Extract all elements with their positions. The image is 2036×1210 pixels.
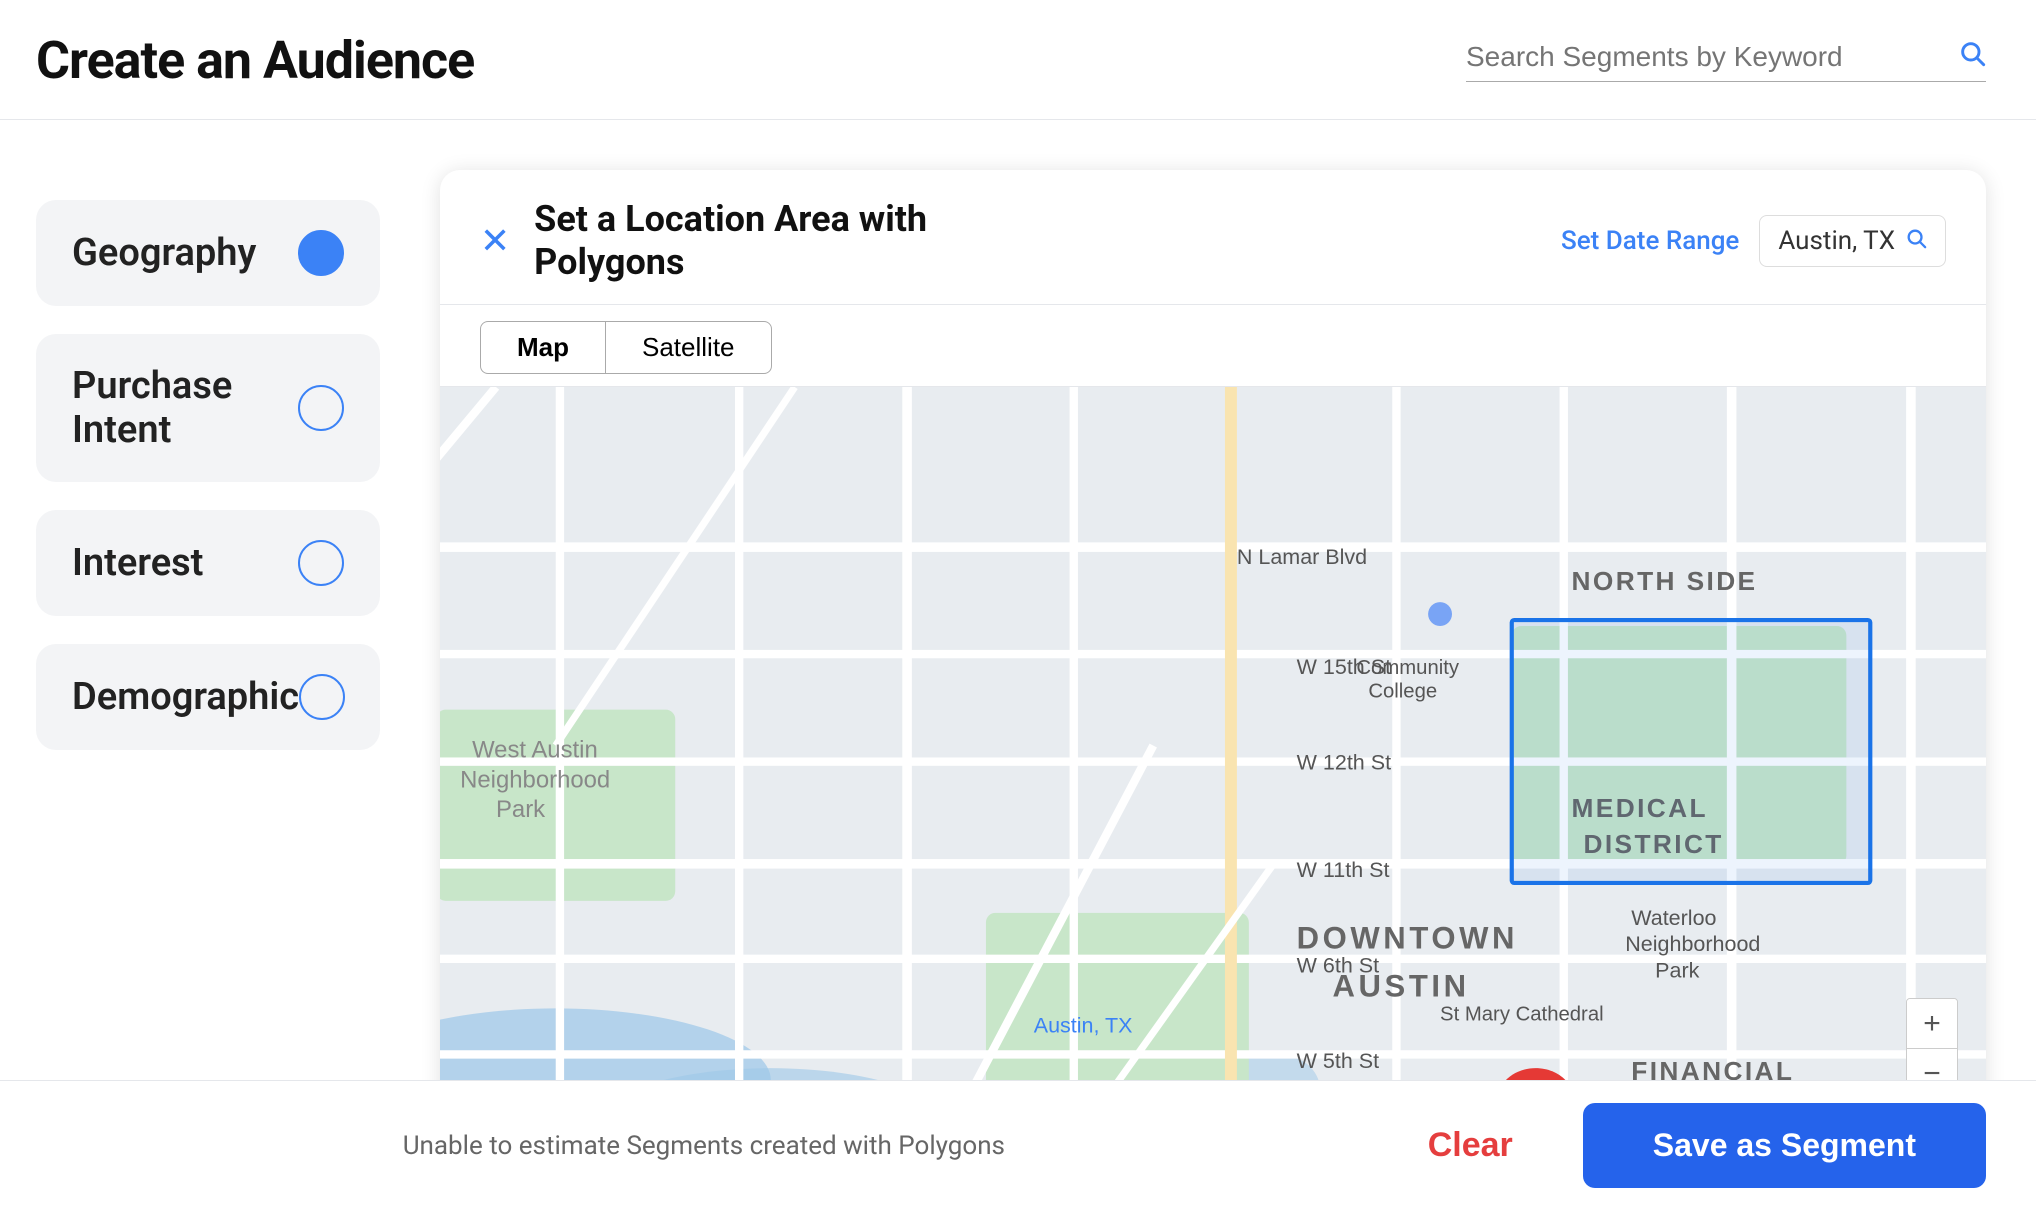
map-title: Set a Location Area with Polygons (534, 198, 927, 284)
map-svg: W 15th St W 12th St W 11th St W 6th St W… (440, 387, 1986, 1200)
svg-text:Neighborhood: Neighborhood (460, 767, 610, 794)
svg-text:DOWNTOWN: DOWNTOWN (1297, 921, 1518, 956)
svg-text:N Lamar Blvd: N Lamar Blvd (1237, 545, 1367, 569)
sidebar: Geography Purchase Intent Interest Demog… (0, 120, 420, 1200)
location-search[interactable]: Austin, TX (1759, 215, 1946, 267)
map-view-toggle: Map Satellite (440, 305, 1986, 387)
map-view-satellite-button[interactable]: Satellite (605, 321, 772, 374)
radio-interest[interactable] (298, 540, 344, 586)
map-controls-right: Set Date Range Austin, TX (1561, 215, 1946, 267)
set-date-range-button[interactable]: Set Date Range (1561, 226, 1739, 256)
radio-geography[interactable] (298, 230, 344, 276)
save-as-segment-button[interactable]: Save as Segment (1583, 1103, 1986, 1188)
svg-text:St Mary Cathedral: St Mary Cathedral (1440, 1004, 1604, 1026)
map-card-header: ✕ Set a Location Area with Polygons Set … (440, 170, 1986, 305)
svg-text:Neighborhood: Neighborhood (1625, 932, 1760, 956)
svg-text:Park: Park (1655, 959, 1699, 983)
radio-purchase-intent[interactable] (298, 385, 344, 431)
sidebar-item-demographic[interactable]: Demographic (36, 644, 380, 750)
svg-text:W 5th St: W 5th St (1297, 1050, 1379, 1074)
svg-text:West Austin: West Austin (472, 737, 598, 764)
svg-text:W 12th St: W 12th St (1297, 751, 1391, 775)
svg-text:Park: Park (496, 797, 545, 824)
svg-text:Waterloo: Waterloo (1631, 906, 1716, 930)
svg-text:W 11th St: W 11th St (1297, 858, 1390, 882)
map-area[interactable]: W 15th St W 12th St W 11th St W 6th St W… (440, 387, 1986, 1200)
svg-text:AUSTIN: AUSTIN (1333, 969, 1470, 1004)
main-content: Geography Purchase Intent Interest Demog… (0, 120, 2036, 1200)
map-card: ✕ Set a Location Area with Polygons Set … (440, 170, 1986, 1200)
search-icon (1958, 39, 1986, 75)
map-title-section: ✕ Set a Location Area with Polygons (480, 198, 927, 284)
sidebar-item-geography[interactable]: Geography (36, 200, 380, 306)
sidebar-item-interest[interactable]: Interest (36, 510, 380, 616)
page-title: Create an Audience (36, 30, 474, 91)
footer-bar: Unable to estimate Segments created with… (0, 1080, 2036, 1210)
svg-text:Community: Community (1356, 657, 1459, 679)
sidebar-item-purchase-intent[interactable]: Purchase Intent (36, 334, 380, 482)
header: Create an Audience (0, 0, 2036, 120)
location-search-icon (1905, 226, 1927, 256)
svg-text:NORTH SIDE: NORTH SIDE (1572, 567, 1758, 597)
clear-button[interactable]: Clear (1388, 1106, 1553, 1185)
svg-text:Austin, TX: Austin, TX (1034, 1014, 1133, 1038)
radio-demographic[interactable] (299, 674, 345, 720)
search-container (1466, 39, 1986, 82)
map-panel: ✕ Set a Location Area with Polygons Set … (420, 120, 2036, 1200)
svg-text:College: College (1368, 681, 1437, 703)
map-view-map-button[interactable]: Map (480, 321, 605, 374)
close-button[interactable]: ✕ (480, 223, 510, 259)
zoom-in-button[interactable]: + (1907, 999, 1957, 1049)
location-text: Austin, TX (1778, 226, 1895, 256)
footer-message: Unable to estimate Segments created with… (50, 1131, 1358, 1161)
search-input[interactable] (1466, 41, 1948, 73)
